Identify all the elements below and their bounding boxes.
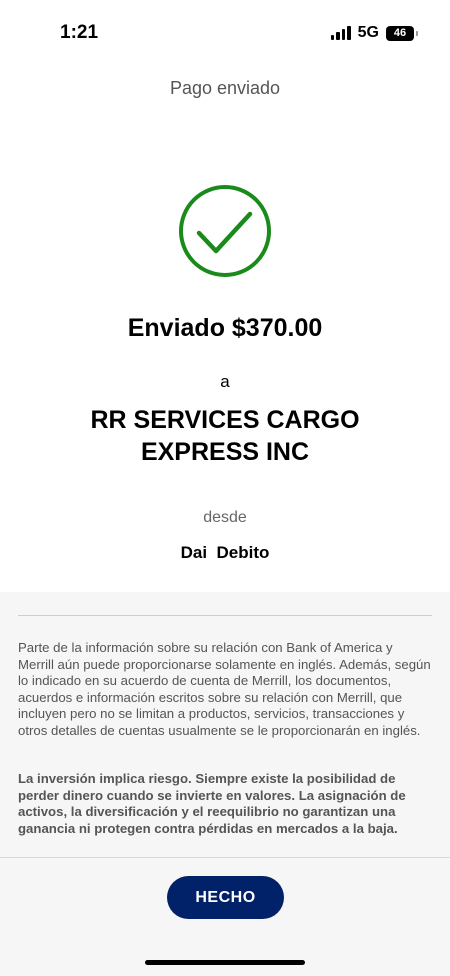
from-label: desde	[203, 509, 247, 526]
status-time: 1:21	[60, 22, 99, 43]
battery-icon: 46	[386, 25, 418, 41]
source-account: Dai Debito	[180, 543, 270, 562]
home-indicator[interactable]	[145, 960, 305, 965]
status-indicators: 5G 46	[330, 24, 418, 42]
done-button[interactable]: HECHO	[167, 876, 284, 919]
signal-icon	[330, 26, 351, 40]
status-bar: 1:21 5G 46	[0, 0, 450, 64]
sent-amount: Enviado $370.00	[127, 314, 323, 342]
language-disclosure: Parte de la información sobre su relació…	[18, 640, 431, 738]
to-label: a	[220, 372, 230, 391]
check-circle-icon	[179, 185, 271, 277]
network-type: 5G	[357, 24, 379, 41]
recipient-name: RR SERVICES CARGO EXPRESS INC	[90, 406, 360, 466]
page-title: Pago enviado	[169, 78, 281, 98]
risk-disclosure: La inversión implica riesgo. Siempre exi…	[18, 771, 406, 836]
divider	[18, 615, 432, 616]
battery-level: 46	[393, 27, 407, 39]
